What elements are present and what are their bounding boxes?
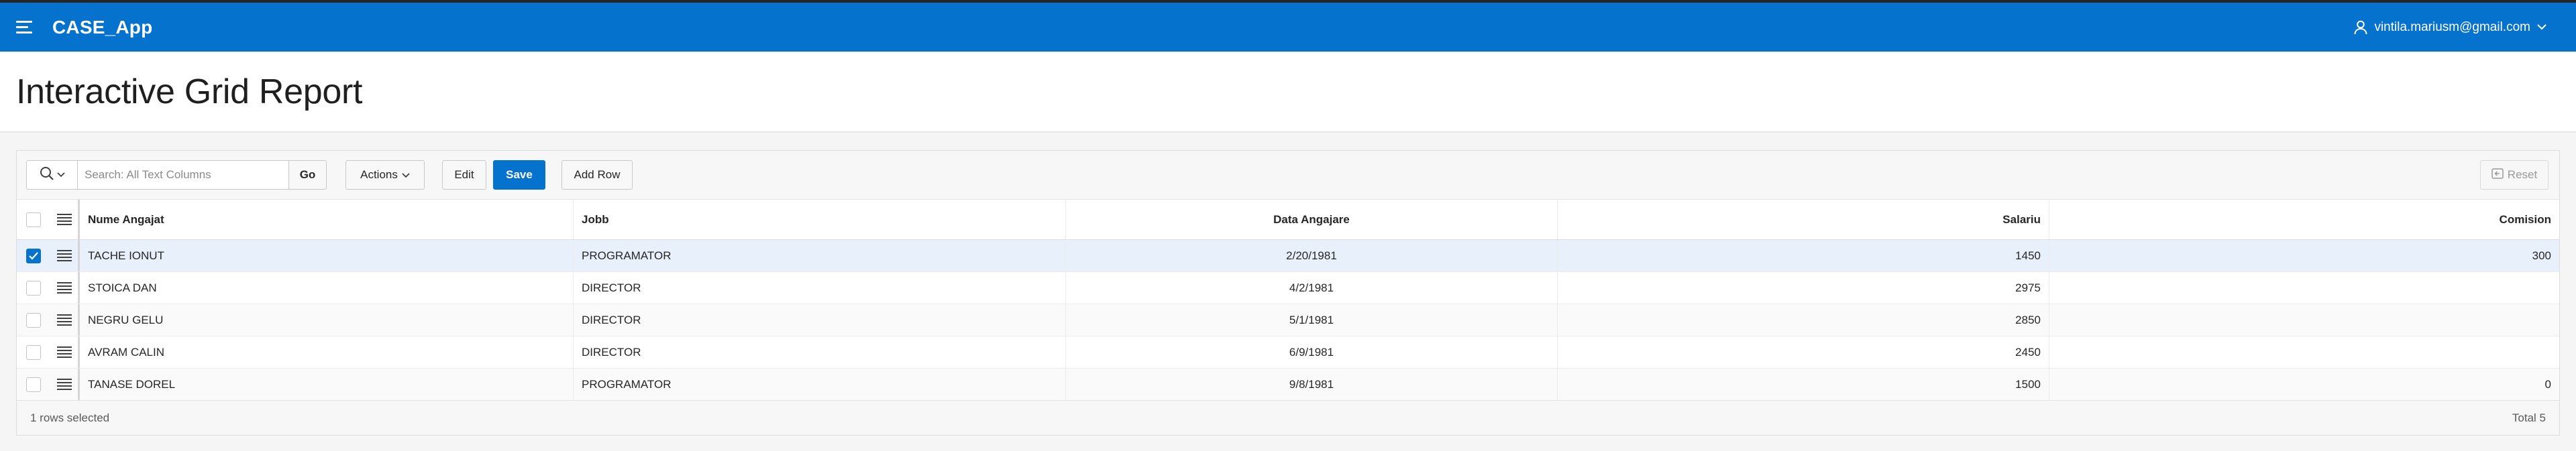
grid-header-row: Nume Angajat Jobb Data Angajare Salariu …	[17, 200, 2559, 240]
total-count: Total 5	[2512, 411, 2546, 424]
cell-comision[interactable]	[2049, 304, 2559, 336]
grid-toolbar: Go Actions Edit Save Add Row Reset	[17, 151, 2559, 200]
reset-icon	[2491, 168, 2504, 182]
actions-label: Actions	[360, 168, 398, 181]
select-all-checkbox[interactable]	[26, 212, 41, 227]
row-actions-cell	[50, 336, 80, 368]
interactive-grid: Go Actions Edit Save Add Row Reset N	[16, 150, 2560, 436]
cell-nume-angajat[interactable]: TACHE IONUT	[80, 240, 574, 271]
row-checkbox[interactable]	[26, 280, 41, 296]
selection-status: 1 rows selected	[30, 411, 110, 424]
table-row[interactable]: AVRAM CALIN DIRECTOR 6/9/1981 2450	[17, 336, 2559, 369]
row-actions-menu-icon[interactable]	[56, 250, 72, 261]
cell-comision[interactable]: 0	[2049, 369, 2559, 400]
chevron-down-icon	[2537, 24, 2546, 30]
row-select-cell	[17, 304, 50, 336]
column-header-jobb[interactable]: Jobb	[574, 200, 1066, 239]
cell-salariu[interactable]: 1500	[1558, 369, 2049, 400]
row-checkbox[interactable]	[26, 312, 41, 328]
row-select-cell	[17, 240, 50, 271]
select-all-cell	[17, 200, 50, 239]
cell-comision[interactable]: 300	[2049, 240, 2559, 271]
edit-button[interactable]: Edit	[442, 160, 486, 190]
search-input[interactable]	[77, 160, 289, 190]
column-header-salariu[interactable]: Salariu	[1558, 200, 2049, 239]
title-region: Interactive Grid Report	[0, 52, 2576, 133]
cell-salariu[interactable]: 1450	[1558, 240, 2049, 271]
cell-jobb[interactable]: PROGRAMATOR	[574, 240, 1066, 271]
grid-footer: 1 rows selected Total 5	[17, 400, 2559, 435]
cell-nume-angajat[interactable]: NEGRU GELU	[80, 304, 574, 336]
add-row-button[interactable]: Add Row	[561, 160, 633, 190]
column-header-comision[interactable]: Comision	[2049, 200, 2559, 239]
cell-data-angajare[interactable]: 5/1/1981	[1066, 304, 1558, 336]
row-select-cell	[17, 369, 50, 400]
row-checkbox[interactable]	[26, 377, 41, 392]
user-icon	[2354, 20, 2367, 35]
actions-menu-button[interactable]: Actions	[345, 160, 425, 190]
row-actions-header-cell	[50, 200, 80, 239]
table-row[interactable]: TACHE IONUT PROGRAMATOR 2/20/1981 1450 3…	[17, 240, 2559, 272]
search-icon	[40, 166, 54, 184]
row-actions-menu-icon[interactable]	[56, 346, 72, 358]
search-column-selector[interactable]	[26, 160, 77, 190]
row-actions-menu-icon[interactable]	[56, 282, 72, 294]
app-header: CASE_App vintila.mariusm@gmail.com	[0, 3, 2576, 52]
user-name: vintila.mariusm@gmail.com	[2374, 19, 2530, 34]
cell-data-angajare[interactable]: 2/20/1981	[1066, 240, 1558, 271]
cell-nume-angajat[interactable]: TANASE DOREL	[80, 369, 574, 400]
row-actions-header-icon	[56, 214, 72, 225]
row-actions-cell	[50, 240, 80, 271]
cell-data-angajare[interactable]: 9/8/1981	[1066, 369, 1558, 400]
chevron-down-icon	[402, 168, 410, 182]
search-group: Go	[26, 160, 327, 190]
row-actions-menu-icon[interactable]	[56, 314, 72, 326]
row-actions-cell	[50, 369, 80, 400]
cell-nume-angajat[interactable]: STOICA DAN	[80, 272, 574, 304]
reset-label: Reset	[2507, 168, 2538, 181]
go-button[interactable]: Go	[289, 160, 327, 190]
table-row[interactable]: STOICA DAN DIRECTOR 4/2/1981 2975	[17, 272, 2559, 304]
chevron-down-icon	[56, 169, 65, 181]
row-actions-cell	[50, 304, 80, 336]
page-title: Interactive Grid Report	[16, 72, 363, 111]
cell-data-angajare[interactable]: 6/9/1981	[1066, 336, 1558, 368]
cell-salariu[interactable]: 2975	[1558, 272, 2049, 304]
row-actions-cell	[50, 272, 80, 304]
cell-jobb[interactable]: DIRECTOR	[574, 336, 1066, 368]
row-checkbox[interactable]	[26, 248, 41, 263]
cell-data-angajare[interactable]: 4/2/1981	[1066, 272, 1558, 304]
save-button[interactable]: Save	[493, 160, 545, 190]
table-row[interactable]: NEGRU GELU DIRECTOR 5/1/1981 2850	[17, 304, 2559, 336]
cell-jobb[interactable]: PROGRAMATOR	[574, 369, 1066, 400]
cell-jobb[interactable]: DIRECTOR	[574, 272, 1066, 304]
app-title[interactable]: CASE_App	[52, 17, 152, 38]
navigation-menu-icon[interactable]	[16, 16, 39, 39]
column-header-data-angajare[interactable]: Data Angajare	[1066, 200, 1558, 239]
reset-button[interactable]: Reset	[2480, 160, 2548, 190]
table-row[interactable]: TANASE DOREL PROGRAMATOR 9/8/1981 1500 0	[17, 369, 2559, 401]
user-menu[interactable]: vintila.mariusm@gmail.com	[2354, 20, 2560, 35]
row-actions-menu-icon[interactable]	[56, 379, 72, 390]
row-select-cell	[17, 272, 50, 304]
cell-jobb[interactable]: DIRECTOR	[574, 304, 1066, 336]
checkmark-icon	[29, 251, 38, 260]
cell-salariu[interactable]: 2450	[1558, 336, 2049, 368]
grid-table: Nume Angajat Jobb Data Angajare Salariu …	[17, 200, 2559, 401]
cell-nume-angajat[interactable]: AVRAM CALIN	[80, 336, 574, 368]
cell-salariu[interactable]: 2850	[1558, 304, 2049, 336]
row-select-cell	[17, 336, 50, 368]
column-header-nume-angajat[interactable]: Nume Angajat	[80, 200, 574, 239]
cell-comision[interactable]	[2049, 336, 2559, 368]
cell-comision[interactable]	[2049, 272, 2559, 304]
row-checkbox[interactable]	[26, 344, 41, 360]
